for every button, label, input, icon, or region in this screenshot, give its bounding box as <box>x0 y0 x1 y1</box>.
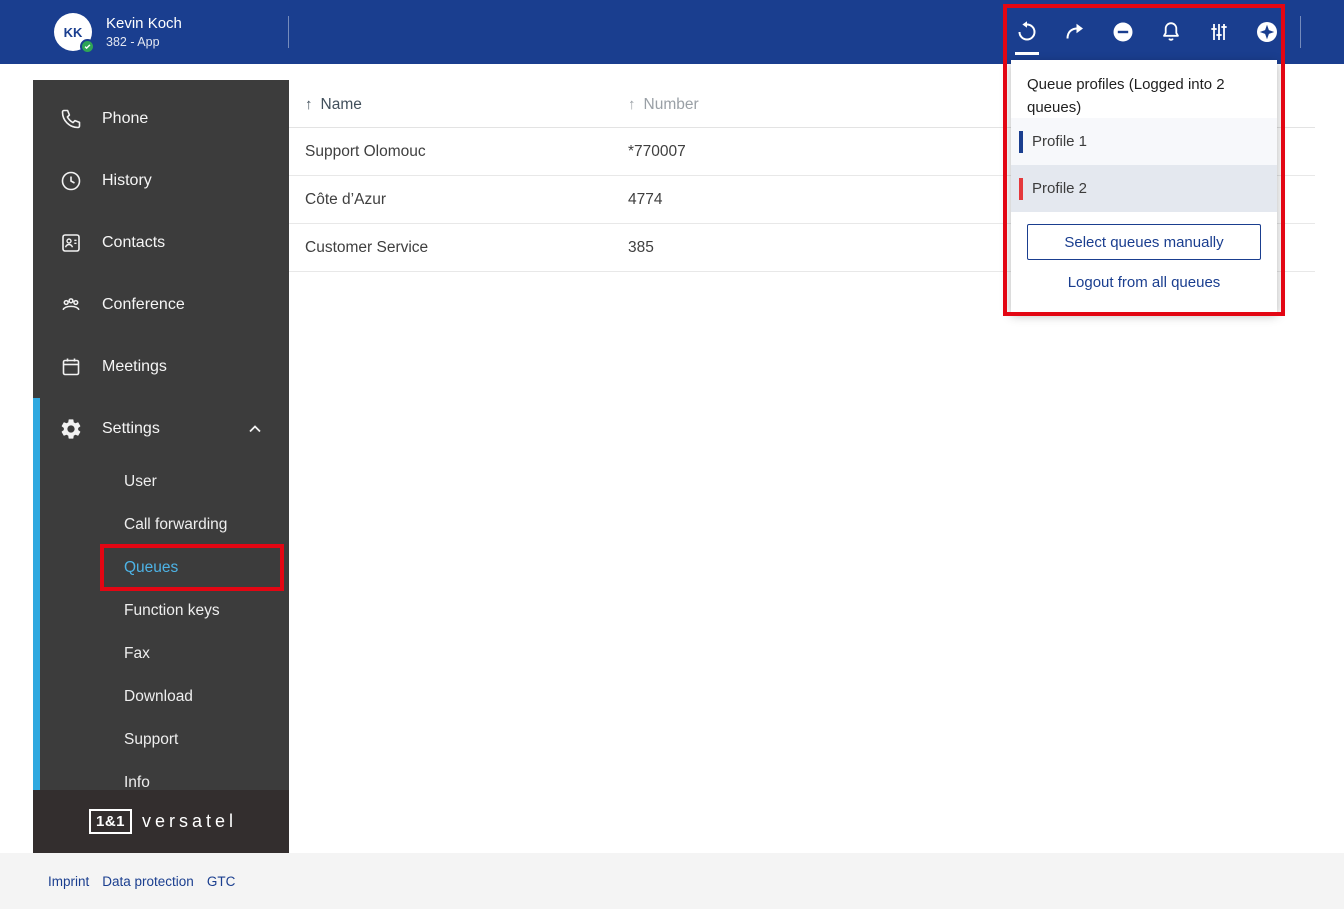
subitem-label: User <box>124 472 157 490</box>
audio-settings-icon[interactable] <box>1195 8 1243 56</box>
subitem-label: Support <box>124 730 179 748</box>
column-label: Name <box>320 96 362 113</box>
footer-links: Imprint Data protection GTC <box>48 853 235 909</box>
subitem-label: Download <box>124 687 193 705</box>
queue-profiles-icon[interactable] <box>1003 8 1051 56</box>
sidebar: Phone History Contacts Conference Meetin… <box>33 80 289 790</box>
header-actions <box>1003 8 1291 56</box>
sidebar-subitem-fax[interactable]: Fax <box>33 632 289 675</box>
assistant-icon[interactable] <box>1243 8 1291 56</box>
sidebar-item-contacts[interactable]: Contacts <box>33 212 289 274</box>
sort-asc-icon: ↑ <box>305 96 313 113</box>
imprint-link[interactable]: Imprint <box>48 874 89 889</box>
app-window: KK Kevin Koch 382 - App Phone History Co… <box>0 0 1344 909</box>
do-not-disturb-icon[interactable] <box>1099 8 1147 56</box>
brand-logo: 1&1 versatel <box>33 790 289 853</box>
column-header-name[interactable]: ↑ Name <box>289 96 628 114</box>
sidebar-subitem-function-keys[interactable]: Function keys <box>33 589 289 632</box>
profile-color-bar <box>1019 130 1023 153</box>
profile-color-bar <box>1019 177 1023 200</box>
queue-profile-1[interactable]: Profile 1 <box>1011 118 1277 165</box>
avatar-initials: KK <box>63 24 83 40</box>
queue-name: Customer Service <box>305 238 429 256</box>
sidebar-item-history[interactable]: History <box>33 150 289 212</box>
popup-title: Queue profiles (Logged into 2 queues) <box>1027 76 1225 116</box>
online-status-icon <box>80 39 95 54</box>
subitem-label: Function keys <box>124 601 220 619</box>
queue-name: Support Olomouc <box>305 142 426 160</box>
logout-from-all-queues-button[interactable]: Logout from all queues <box>1011 274 1277 291</box>
subitem-label: Call forwarding <box>124 515 228 533</box>
sidebar-item-label: Meetings <box>102 358 167 375</box>
sidebar-item-settings[interactable]: Settings <box>33 398 289 460</box>
sidebar-item-label: Settings <box>102 420 160 437</box>
avatar: KK <box>54 13 95 54</box>
sidebar-subitem-download[interactable]: Download <box>33 675 289 718</box>
sidebar-subitem-queues[interactable]: Queues <box>33 546 289 589</box>
sort-asc-icon: ↑ <box>628 96 636 113</box>
sidebar-item-label: Conference <box>102 296 185 313</box>
notifications-icon[interactable] <box>1147 8 1195 56</box>
sidebar-item-meetings[interactable]: Meetings <box>33 336 289 398</box>
sidebar-nav: Phone History Contacts Conference Meetin… <box>33 80 289 790</box>
settings-section-accent-bar <box>33 398 40 790</box>
sidebar-subitem-support[interactable]: Support <box>33 718 289 761</box>
queue-profile-2[interactable]: Profile 2 <box>1011 165 1277 212</box>
data-protection-link[interactable]: Data protection <box>102 874 194 889</box>
page-footer: Imprint Data protection GTC <box>0 853 1344 909</box>
call-redirect-icon[interactable] <box>1051 8 1099 56</box>
queue-profiles-popup: Queue profiles (Logged into 2 queues) Pr… <box>1011 60 1277 312</box>
logo-1and1: 1&1 <box>89 809 133 834</box>
sidebar-subitem-user[interactable]: User <box>33 460 289 503</box>
select-queues-manually-button[interactable]: Select queues manually <box>1027 224 1261 260</box>
gtc-link[interactable]: GTC <box>207 874 236 889</box>
header-divider <box>1300 16 1301 48</box>
user-account[interactable]: KK Kevin Koch 382 - App <box>54 13 182 54</box>
profile-label: Profile 1 <box>1032 133 1088 150</box>
subitem-label: Info <box>124 773 150 791</box>
sidebar-item-label: Phone <box>102 110 149 127</box>
active-indicator <box>1015 52 1039 55</box>
sidebar-subitem-info[interactable]: Info <box>33 761 289 791</box>
subitem-label: Fax <box>124 644 150 662</box>
subitem-label: Queues <box>124 558 179 576</box>
column-label: Number <box>643 96 699 113</box>
user-text: Kevin Koch 382 - App <box>106 14 182 50</box>
user-extension: 382 - App <box>106 35 160 49</box>
sidebar-item-label: History <box>102 172 152 189</box>
queue-name: Côte d’Azur <box>305 190 386 208</box>
top-header: KK Kevin Koch 382 - App <box>0 0 1344 64</box>
user-name: Kevin Koch <box>106 15 182 32</box>
profile-label: Profile 2 <box>1032 180 1088 197</box>
logo-versatel: versatel <box>142 811 238 831</box>
sidebar-subitem-call-forwarding[interactable]: Call forwarding <box>33 503 289 546</box>
sidebar-item-conference[interactable]: Conference <box>33 274 289 336</box>
header-divider <box>288 16 289 48</box>
sidebar-item-phone[interactable]: Phone <box>33 88 289 150</box>
chevron-up-icon <box>249 425 261 433</box>
sidebar-item-label: Contacts <box>102 234 166 251</box>
